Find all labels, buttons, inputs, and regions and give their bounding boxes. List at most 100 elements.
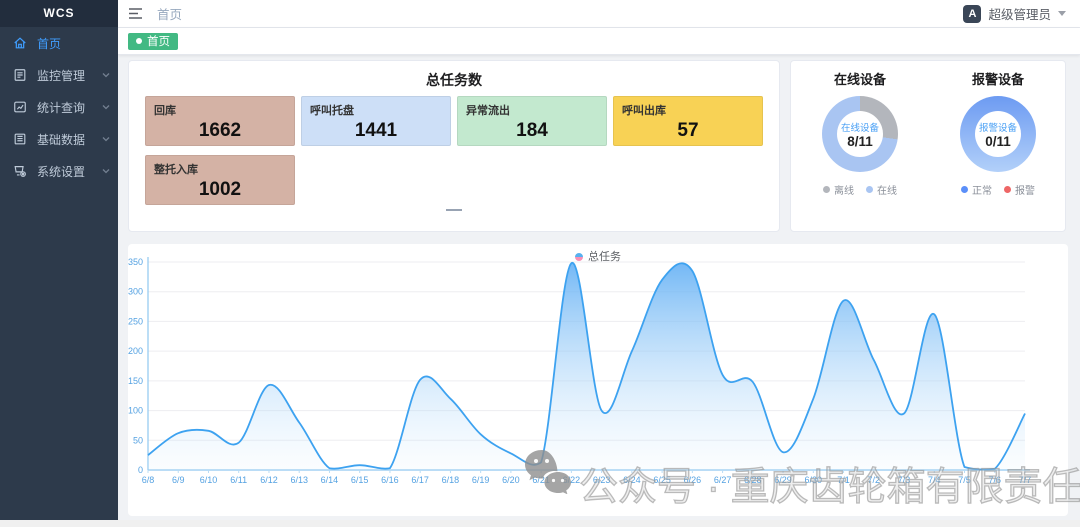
sidebar-item-label: 首页 [37, 35, 61, 52]
chevron-down-icon [102, 71, 110, 79]
stat-card-call-pallet: 呼叫托盘 1441 [301, 96, 451, 146]
svg-text:6/28: 6/28 [744, 475, 762, 485]
app-root: WCS 首页 监控管理 统计查询 [0, 0, 1080, 527]
svg-text:6/22: 6/22 [563, 475, 581, 485]
svg-text:6/17: 6/17 [411, 475, 429, 485]
svg-text:50: 50 [133, 435, 143, 445]
svg-text:7/4: 7/4 [928, 475, 941, 485]
svg-text:7/7: 7/7 [1019, 475, 1032, 485]
chevron-down-icon [102, 103, 110, 111]
svg-text:6/23: 6/23 [593, 475, 611, 485]
donut-center: 报警设备 0/11 [975, 111, 1021, 157]
svg-text:6/11: 6/11 [230, 475, 247, 485]
avatar[interactable]: A [963, 5, 981, 23]
svg-text:6/24: 6/24 [623, 475, 641, 485]
database-icon [13, 132, 27, 146]
window-bottom-strip [0, 520, 1080, 527]
svg-text:6/20: 6/20 [502, 475, 520, 485]
online-legend: 离线 在线 [791, 182, 929, 197]
alarm-devices-title: 报警设备 [929, 69, 1067, 88]
svg-text:6/19: 6/19 [472, 475, 490, 485]
svg-text:6/18: 6/18 [442, 475, 460, 485]
stat-card-abnormal-out: 异常流出 184 [457, 96, 607, 146]
devices-card: 在线设备 在线设备 8/11 离线 在线 报警设备 [790, 60, 1066, 232]
legend-dot [1004, 186, 1011, 193]
donut-center: 在线设备 8/11 [837, 111, 883, 157]
svg-text:6/8: 6/8 [142, 475, 155, 485]
alarm-legend: 正常 报警 [929, 182, 1067, 197]
online-devices-donut: 在线设备 8/11 [822, 96, 898, 172]
svg-text:300: 300 [128, 287, 143, 297]
svg-text:6/27: 6/27 [714, 475, 732, 485]
svg-text:0: 0 [138, 465, 143, 475]
stat-card-call-out: 呼叫出库 57 [613, 96, 763, 146]
chevron-down-icon [102, 167, 110, 175]
sidebar-item-basicdata[interactable]: 基础数据 [0, 123, 118, 155]
svg-text:6/29: 6/29 [774, 475, 792, 485]
svg-text:6/25: 6/25 [653, 475, 671, 485]
monitor-icon [13, 68, 27, 82]
sidebar-item-settings[interactable]: 系统设置 [0, 155, 118, 187]
main-area: 首页 A 超级管理员 首页 总任务数 回库 1662 [118, 0, 1080, 527]
stat-grid: 回库 1662 呼叫托盘 1441 异常流出 184 呼叫出库 57 [145, 96, 767, 205]
sidebar-item-home[interactable]: 首页 [0, 27, 118, 59]
breadcrumb[interactable]: 首页 [157, 4, 182, 23]
svg-text:6/15: 6/15 [351, 475, 369, 485]
total-tasks-title: 总任务数 [129, 70, 779, 90]
svg-text:200: 200 [128, 346, 143, 356]
svg-text:6/10: 6/10 [200, 475, 218, 485]
caret-down-icon [1058, 11, 1066, 16]
svg-text:6/30: 6/30 [805, 475, 823, 485]
total-tasks-card: 总任务数 回库 1662 呼叫托盘 1441 异常流出 184 [128, 60, 780, 232]
alarm-devices-panel: 报警设备 报警设备 0/11 正常 报警 [929, 61, 1067, 197]
svg-text:350: 350 [128, 257, 143, 267]
user-menu[interactable]: A 超级管理员 [963, 4, 1066, 23]
chart-icon [13, 100, 27, 114]
stat-card-return: 回库 1662 [145, 96, 295, 146]
svg-text:6/14: 6/14 [321, 475, 339, 485]
tab-home[interactable]: 首页 [128, 33, 178, 50]
sidebar-item-label: 基础数据 [37, 131, 85, 148]
svg-text:6/9: 6/9 [172, 475, 185, 485]
chevron-down-icon [102, 135, 110, 143]
legend-dot [866, 186, 873, 193]
stat-card-pallet-in: 整托入库 1002 [145, 155, 295, 205]
top-header: 首页 A 超级管理员 [118, 0, 1080, 28]
tab-bar: 首页 [118, 28, 1080, 55]
home-icon [13, 36, 27, 50]
active-tab-dot [136, 38, 142, 44]
sidebar-item-stats[interactable]: 统计查询 [0, 91, 118, 123]
area-chart: 0 50 100 150 200 250 300 350 6/8 6/9 6/10 6/11 6/12 6… [128, 244, 1068, 516]
svg-text:100: 100 [128, 406, 143, 416]
settings-icon [13, 164, 27, 178]
tab-label: 首页 [147, 33, 170, 49]
svg-text:150: 150 [128, 376, 143, 386]
svg-text:6/26: 6/26 [684, 475, 702, 485]
svg-text:7/3: 7/3 [898, 475, 911, 485]
dashboard-content: 总任务数 回库 1662 呼叫托盘 1441 异常流出 184 [118, 56, 1080, 527]
svg-text:7/5: 7/5 [958, 475, 971, 485]
legend-dot [961, 186, 968, 193]
alarm-devices-donut: 报警设备 0/11 [960, 96, 1036, 172]
svg-text:7/2: 7/2 [868, 475, 881, 485]
sidebar: WCS 首页 监控管理 统计查询 [0, 0, 118, 520]
hamburger-icon[interactable] [128, 7, 143, 20]
sidebar-item-label: 监控管理 [37, 67, 85, 84]
collapse-indicator[interactable] [446, 209, 462, 211]
svg-text:7/6: 7/6 [989, 475, 1002, 485]
svg-text:7/1: 7/1 [837, 475, 850, 485]
sidebar-item-monitor[interactable]: 监控管理 [0, 59, 118, 91]
svg-text:6/13: 6/13 [290, 475, 308, 485]
svg-text:6/12: 6/12 [260, 475, 278, 485]
online-devices-panel: 在线设备 在线设备 8/11 离线 在线 [791, 61, 929, 197]
sidebar-item-label: 统计查询 [37, 99, 85, 116]
task-trend-chart-card: 总任务 0501001502002503003506/86/96/106/116… [128, 244, 1068, 516]
sidebar-nav: 首页 监控管理 统计查询 [0, 27, 118, 187]
sidebar-item-label: 系统设置 [37, 163, 85, 180]
svg-text:6/21: 6/21 [532, 475, 550, 485]
username: 超级管理员 [988, 4, 1051, 23]
online-devices-title: 在线设备 [791, 69, 929, 88]
app-logo: WCS [0, 0, 118, 27]
svg-text:250: 250 [128, 316, 143, 326]
svg-text:6/16: 6/16 [381, 475, 399, 485]
